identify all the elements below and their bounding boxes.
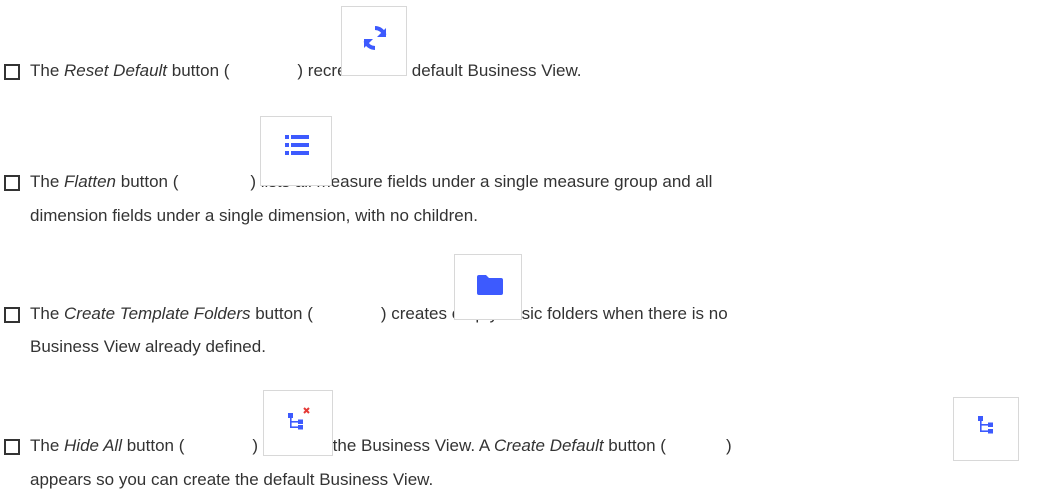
checkbox-bullet	[4, 64, 20, 80]
item-text-line2: appears so you can create the default Bu…	[30, 470, 434, 489]
list-icon	[285, 135, 309, 155]
button-name: Flatten	[64, 172, 117, 191]
create-template-folders-button-image	[454, 254, 522, 320]
hierarchy-icon	[978, 416, 993, 434]
item-text-line2: Business View already defined.	[30, 337, 266, 356]
button-name-2: Create Default	[493, 436, 604, 455]
checkbox-bullet	[4, 307, 20, 323]
button-name: Create Template Folders	[64, 304, 251, 323]
hide-all-button-image	[263, 390, 333, 456]
item-text-line2: dimension fields under a single dimensio…	[30, 206, 478, 225]
item-text: The Reset Default button () recreates th…	[30, 61, 582, 80]
item-text: The Flatten button () lists all measure …	[30, 172, 713, 191]
create-default-button-image	[953, 397, 1019, 461]
item-text: The Create Template Folders button () cr…	[30, 304, 728, 323]
checkbox-bullet	[4, 439, 20, 455]
refresh-icon	[363, 26, 387, 50]
hierarchy-remove-icon	[288, 407, 310, 430]
flatten-button-image	[260, 116, 332, 186]
button-name: Reset Default	[64, 61, 168, 80]
checkbox-bullet	[4, 175, 20, 191]
button-name: Hide All	[64, 436, 122, 455]
reset-default-button-image	[341, 6, 407, 76]
folder-icon	[477, 275, 503, 295]
item-text: The Hide All button () removes the Busin…	[30, 436, 732, 455]
